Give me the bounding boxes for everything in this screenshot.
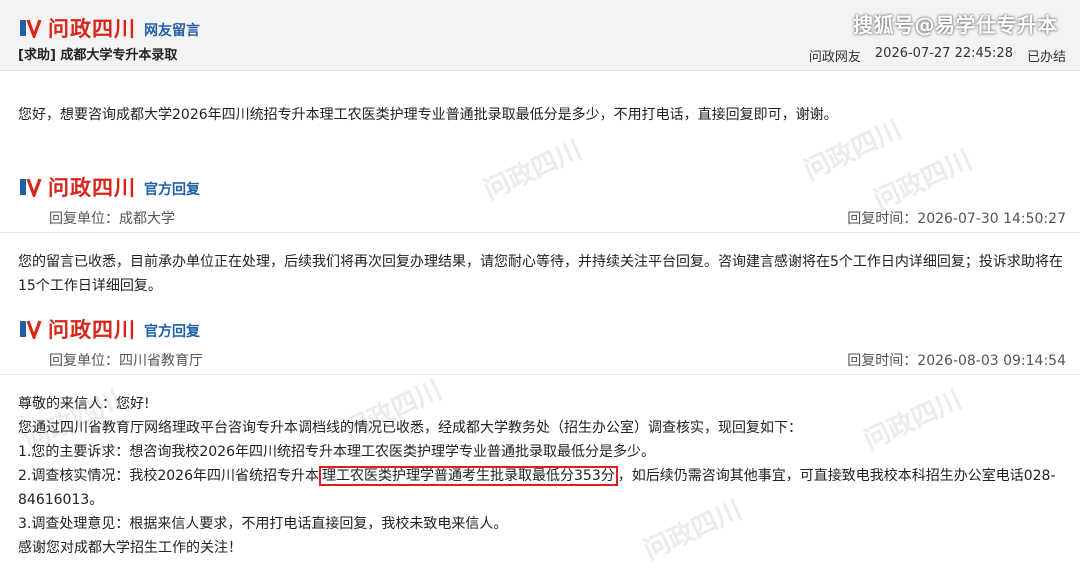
question-body: 您好，想要咨询成都大学2026年四川统招专升本理工农医类护理专业普通批录取最低分… bbox=[18, 107, 838, 123]
reply-line: 您通过四川省教育厅网络理政平台咨询专升本调档线的情况已收悉，经成都大学教务处（招… bbox=[18, 420, 802, 436]
reply-line: 感谢您对成都大学招生工作的关注！ bbox=[18, 540, 242, 556]
wenzheng-logo-icon bbox=[20, 19, 42, 38]
reply1-info-bar: 回复单位：成都大学 回复时间：2026-07-30 14:50:27 bbox=[0, 203, 1080, 233]
reply-label: 官方回复 bbox=[144, 181, 200, 198]
brand-name: 问政四川 bbox=[48, 318, 136, 342]
brand-name: 问政四川 bbox=[48, 17, 136, 41]
brand-name: 问政四川 bbox=[48, 176, 136, 200]
reply-unit: 回复单位：四川省教育厅 bbox=[49, 353, 203, 369]
question-datetime: 2026-07-27 22:45:28 bbox=[874, 46, 1013, 61]
highlighted-score: 理工农医类护理学普通考生批录取最低分353分 bbox=[319, 466, 618, 486]
watermark-logo: 问政四川 bbox=[479, 135, 587, 207]
reply-label: 官方回复 bbox=[144, 323, 200, 340]
wenzheng-logo-icon bbox=[20, 320, 42, 339]
reply-unit: 回复单位：成都大学 bbox=[49, 211, 175, 227]
reply-time: 回复时间：2026-08-03 09:14:54 bbox=[847, 353, 1066, 369]
reply2-logo: 问政四川 官方回复 bbox=[18, 314, 200, 344]
reply-time: 回复时间：2026-07-30 14:50:27 bbox=[847, 211, 1066, 227]
reply1-logo: 问政四川 官方回复 bbox=[18, 172, 200, 202]
reply2-body: 尊敬的来信人：您好! 您通过四川省教育厅网络理政平台咨询专升本调档线的情况已收悉… bbox=[18, 392, 1058, 560]
question-meta: 问政网友 2026-07-27 22:45:28 已办结 bbox=[795, 46, 1066, 65]
reply-text: 2.调查核实情况：我校2026年四川省统招专升本 bbox=[18, 468, 319, 484]
brand-logo[interactable]: 问政四川 网友留言 bbox=[18, 13, 200, 43]
source-watermark: 搜狐号@易学仕专升本 bbox=[853, 13, 1058, 37]
reply-line: 尊敬的来信人：您好! bbox=[18, 396, 150, 412]
section-label: 网友留言 bbox=[144, 22, 200, 39]
reply-line: 2.调查核实情况：我校2026年四川省统招专升本 理工农医类护理学普通考生批录取最… bbox=[18, 464, 1058, 512]
question-author: 问政网友 bbox=[808, 50, 861, 65]
reply-line: 3.调查处理意见：根据来信人要求，不用打电话直接回复，我校未致电来信人。 bbox=[18, 516, 508, 532]
wenzheng-logo-icon bbox=[20, 178, 42, 197]
status-badge: 已办结 bbox=[1026, 50, 1066, 65]
reply1-body: 您的留言已收悉，目前承办单位正在处理，后续我们将再次回复办理结果，请您耐心等待，… bbox=[18, 254, 1063, 294]
reply2-info-bar: 回复单位：四川省教育厅 回复时间：2026-08-03 09:14:54 bbox=[0, 345, 1080, 375]
reply-line: 1.您的主要诉求：想咨询我校2026年四川统招专升本理工农医类护理学专业普通批录… bbox=[18, 444, 655, 460]
question-header: 问政四川 网友留言 搜狐号@易学仕专升本 [求助] 成都大学专升本录取 问政网友… bbox=[0, 0, 1080, 71]
question-title[interactable]: [求助] 成都大学专升本录取 bbox=[18, 44, 177, 63]
